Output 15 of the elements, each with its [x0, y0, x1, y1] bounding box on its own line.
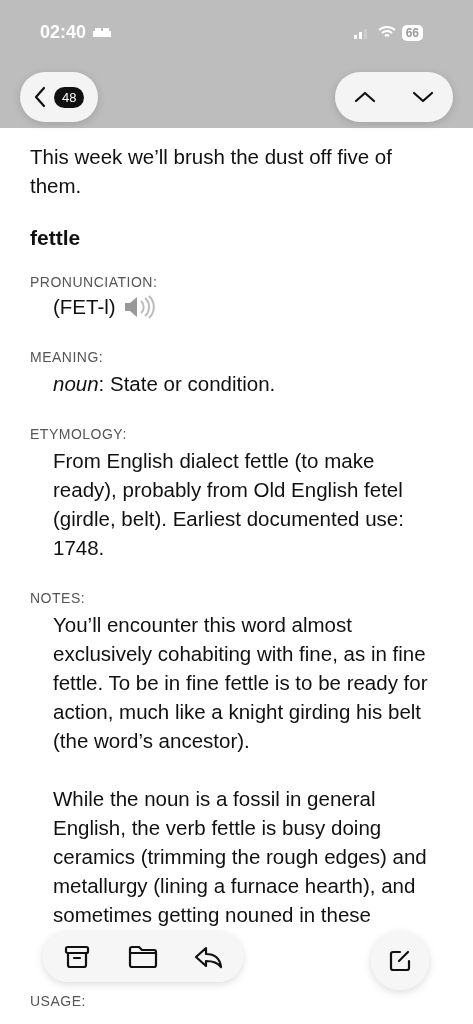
section-text: From English dialect fettle (to make ready), probably from Old English fetel (girdle, belt). Earliest documented use: 1748. — [53, 448, 405, 561]
intro-text: This week we’ll brush the dust off five of them. — [30, 144, 393, 199]
status-time: 02:40 — [40, 22, 87, 43]
headword: fettle — [30, 226, 82, 250]
section-label: PRONUNCIATION: — [30, 273, 159, 292]
unread-count: 48 — [54, 86, 85, 108]
notes-paragraph: While the noun is a fossil in general English, the verb fettle is busy doing ceramics (trimming the rough edges) and metallurgy (lining a furnace hearth), and sometimes getting nouned in these — [53, 786, 428, 928]
section-label: MEANING: — [30, 348, 105, 367]
notes-paragraph: You’ll encounter this word almost exclusively cohabiting with fine, as in fine fettle. To be in fine fettle is to be ready for action, much like a knight girding his belt (the word’s ancestor). — [53, 612, 429, 754]
section-label: ETYMOLOGY: — [30, 425, 128, 444]
pronunciation-text: (FET-l) — [53, 294, 116, 320]
section-label: USAGE: — [30, 992, 87, 1011]
section-label: NOTES: — [30, 589, 87, 608]
section-text: noun: State or condition. — [53, 371, 277, 397]
back-button[interactable]: 48 — [20, 72, 99, 122]
